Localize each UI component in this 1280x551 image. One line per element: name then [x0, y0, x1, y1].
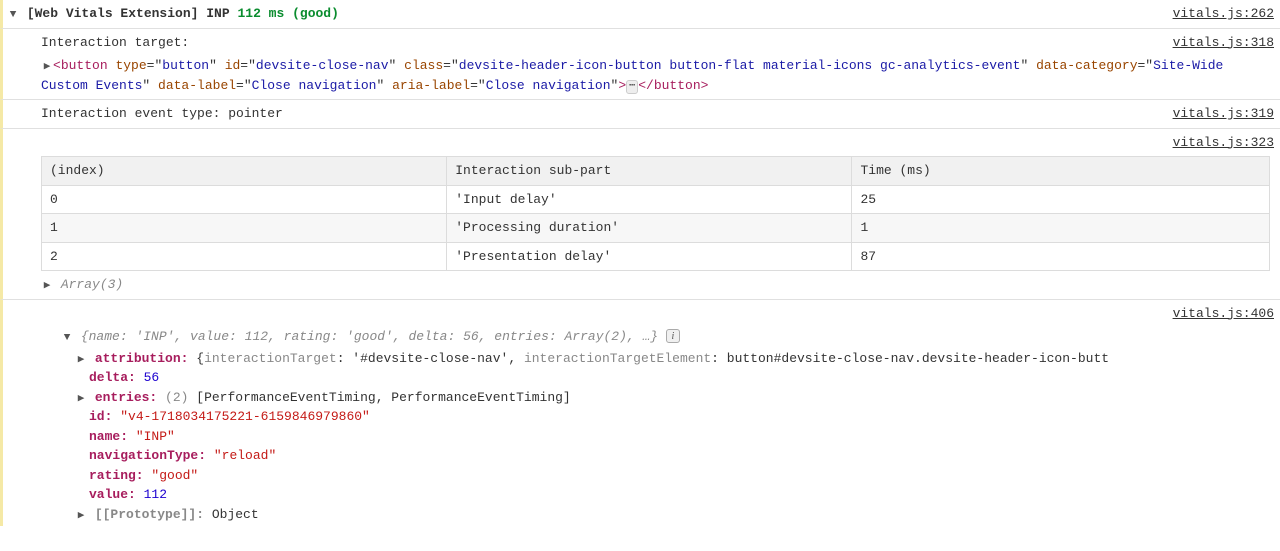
disclosure-icon[interactable] [75, 352, 87, 369]
table-header-row: (index) Interaction sub-part Time (ms) [42, 157, 1270, 186]
array-label[interactable]: Array(3) [61, 277, 123, 292]
source-link[interactable]: vitals.js:406 [1173, 304, 1274, 324]
disclosure-icon[interactable] [7, 7, 19, 24]
disclosure-icon[interactable] [75, 391, 87, 408]
log-entry-event-type: Interaction event type: pointer vitals.j… [0, 100, 1280, 129]
log-title: [Web Vitals Extension] INP [27, 6, 230, 21]
info-icon[interactable]: i [666, 329, 680, 343]
source-link[interactable]: vitals.js:262 [1173, 4, 1274, 24]
log-entry-object: vitals.js:406 {name: 'INP', value: 112, … [0, 300, 1280, 527]
event-type-text: Interaction event type: pointer [41, 106, 283, 121]
col-time: Time (ms) [852, 157, 1270, 186]
source-link[interactable]: vitals.js:323 [1173, 133, 1274, 153]
source-link[interactable]: vitals.js:318 [1173, 33, 1274, 53]
log-value: 112 ms [237, 6, 284, 21]
interaction-breakdown-table: (index) Interaction sub-part Time (ms) 0… [41, 156, 1270, 271]
disclosure-icon[interactable] [41, 59, 53, 76]
target-element-html[interactable]: <button type="button" id="devsite-close-… [7, 56, 1274, 95]
col-index: (index) [42, 157, 447, 186]
log-rating: (good) [292, 6, 339, 21]
log-entry-header: [Web Vitals Extension] INP 112 ms (good)… [0, 0, 1280, 29]
disclosure-icon[interactable] [41, 278, 53, 295]
log-entry-target: Interaction target: vitals.js:318 <butto… [0, 29, 1280, 101]
table-row: 1 'Processing duration' 1 [42, 214, 1270, 243]
disclosure-icon[interactable] [75, 508, 87, 525]
target-label: Interaction target: [41, 35, 189, 50]
disclosure-icon[interactable] [61, 330, 73, 347]
object-properties: attribution: {interactionTarget: '#devsi… [7, 349, 1280, 525]
table-row: 0 'Input delay' 25 [42, 185, 1270, 214]
log-entry-table: vitals.js:323 (index) Interaction sub-pa… [0, 129, 1280, 300]
ellipsis-icon[interactable]: ⋯ [626, 80, 638, 94]
object-preview[interactable]: {name: 'INP', value: 112, rating: 'good'… [81, 329, 658, 344]
source-link[interactable]: vitals.js:319 [1173, 104, 1274, 124]
table-row: 2 'Presentation delay' 87 [42, 242, 1270, 271]
col-subpart: Interaction sub-part [447, 157, 852, 186]
